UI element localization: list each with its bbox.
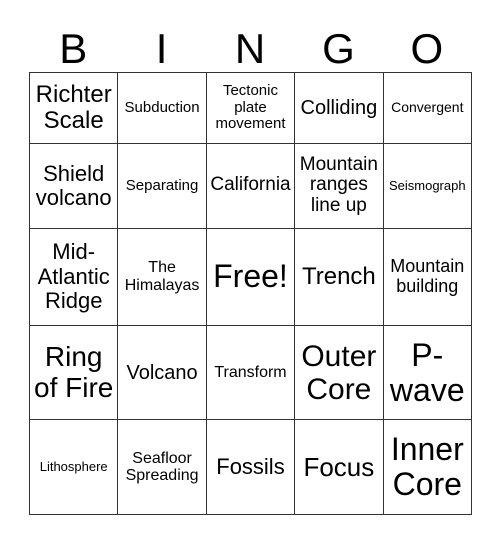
- bingo-cell[interactable]: Colliding: [294, 71, 384, 145]
- bingo-cell[interactable]: Convergent: [382, 71, 473, 145]
- bingo-cell[interactable]: Shield volcano: [28, 143, 119, 229]
- bingo-cell[interactable]: The Himalayas: [117, 227, 207, 326]
- bingo-cell[interactable]: Seismograph: [382, 143, 473, 229]
- bingo-cell[interactable]: Inner Core: [382, 419, 473, 515]
- bingo-cell[interactable]: Mountain ranges line up: [294, 143, 384, 229]
- grid-row: Mid-Atlantic Ridge The Himalayas Free! Tren…: [28, 227, 473, 326]
- bingo-header: B I N G O: [29, 26, 471, 72]
- bingo-cell[interactable]: Ring of Fire: [28, 324, 119, 421]
- bingo-cell[interactable]: Volcano: [117, 324, 207, 421]
- bingo-cell[interactable]: Trench: [294, 227, 384, 326]
- free-space-cell[interactable]: Free!: [205, 227, 296, 326]
- header-letter-n: N: [234, 25, 266, 72]
- grid-row: Lithosphere Seafloor Spreading Fossils Focu…: [28, 419, 473, 515]
- bingo-cell[interactable]: California: [205, 143, 296, 229]
- bingo-cell[interactable]: Focus: [294, 419, 384, 515]
- bingo-cell[interactable]: Separating: [117, 143, 207, 229]
- bingo-cell[interactable]: Seafloor Spreading: [117, 419, 207, 515]
- bingo-cell[interactable]: Mid-Atlantic Ridge: [28, 227, 119, 326]
- bingo-cell[interactable]: Tectonic plate movement: [205, 71, 296, 145]
- header-letter-g: G: [322, 25, 355, 72]
- header-letter-b: B: [59, 25, 88, 72]
- bingo-cell[interactable]: Outer Core: [294, 324, 384, 421]
- grid-row: Ring of Fire Volcano Transform Outer Core P-…: [28, 324, 473, 421]
- grid-row: Shield volcano Separating California Mounta…: [28, 143, 473, 229]
- bingo-cell[interactable]: Subduction: [117, 71, 207, 145]
- grid-row: Richter Scale Subduction Tectonic plate mo…: [28, 71, 473, 145]
- bingo-grid: Richter Scale Subduction Tectonic plate mo…: [28, 71, 473, 515]
- header-letter-i: I: [155, 25, 168, 72]
- bingo-cell[interactable]: Transform: [205, 324, 296, 421]
- bingo-cell[interactable]: Lithosphere: [28, 419, 119, 515]
- header-letter-o: O: [410, 25, 444, 72]
- bingo-cell[interactable]: Richter Scale: [28, 71, 119, 145]
- bingo-cell[interactable]: P-wave: [382, 324, 473, 421]
- bingo-cell[interactable]: Fossils: [205, 419, 296, 515]
- bingo-cell[interactable]: Mountain building: [382, 227, 473, 326]
